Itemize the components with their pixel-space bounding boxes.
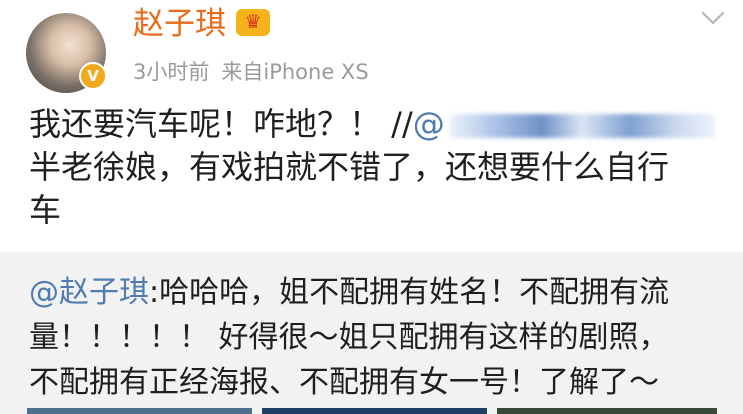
verified-v-icon: V xyxy=(79,62,107,90)
post-text-line-3: 车 xyxy=(29,191,62,229)
repost-text-line-1: @赵子琪:哈哈哈，姐不配拥有姓名！不配拥有流 xyxy=(29,270,734,315)
photo-thumbnail[interactable] xyxy=(262,408,487,414)
chevron-down-icon[interactable] xyxy=(700,5,726,31)
repost-text: @赵子琪:哈哈哈，姐不配拥有姓名！不配拥有流 量！！！！！ 好得很～姐只配拥有这… xyxy=(29,270,734,405)
post-text-line-1-text: 我还要汽车呢！咋地？！ // xyxy=(29,105,413,143)
repost-text-line-1-rest: :哈哈哈，姐不配拥有姓名！不配拥有流 xyxy=(149,275,670,310)
blurred-username xyxy=(448,114,715,138)
repost-text-line-2: 量！！！！！ 好得很～姐只配拥有这样的剧照， xyxy=(29,320,669,355)
repost-chain-mention[interactable]: @ xyxy=(413,105,445,143)
post-meta: 3小时前 来自iPhone XS xyxy=(133,59,369,85)
repost-text-line-3: 不配拥有正经海报、不配拥有女一号！了解了～ xyxy=(29,365,659,400)
post-source: 来自iPhone XS xyxy=(221,60,369,84)
repost-block[interactable]: @赵子琪:哈哈哈，姐不配拥有姓名！不配拥有流 量！！！！！ 好得很～姐只配拥有这… xyxy=(0,252,743,414)
post-text-line-1: 我还要汽车呢！咋地？！ //@ xyxy=(29,103,729,146)
post-text-line-2: 半老徐娘，有戏拍就不错了，还想要什么自行 xyxy=(29,148,670,186)
photo-thumbnail[interactable] xyxy=(27,408,252,414)
post-time: 3小时前 xyxy=(133,60,210,84)
crown-icon[interactable]: ♛ xyxy=(236,9,270,36)
post-header: V 赵子琪 ♛ 3小时前 来自iPhone XS xyxy=(0,0,743,100)
author-name[interactable]: 赵子琪 xyxy=(133,4,226,44)
photo-thumbnail[interactable] xyxy=(497,408,717,414)
repost-author-mention[interactable]: @赵子琪 xyxy=(29,275,149,310)
post-text: 我还要汽车呢！咋地？！ //@ 半老徐娘，有戏拍就不错了，还想要什么自行 车 xyxy=(29,103,729,232)
